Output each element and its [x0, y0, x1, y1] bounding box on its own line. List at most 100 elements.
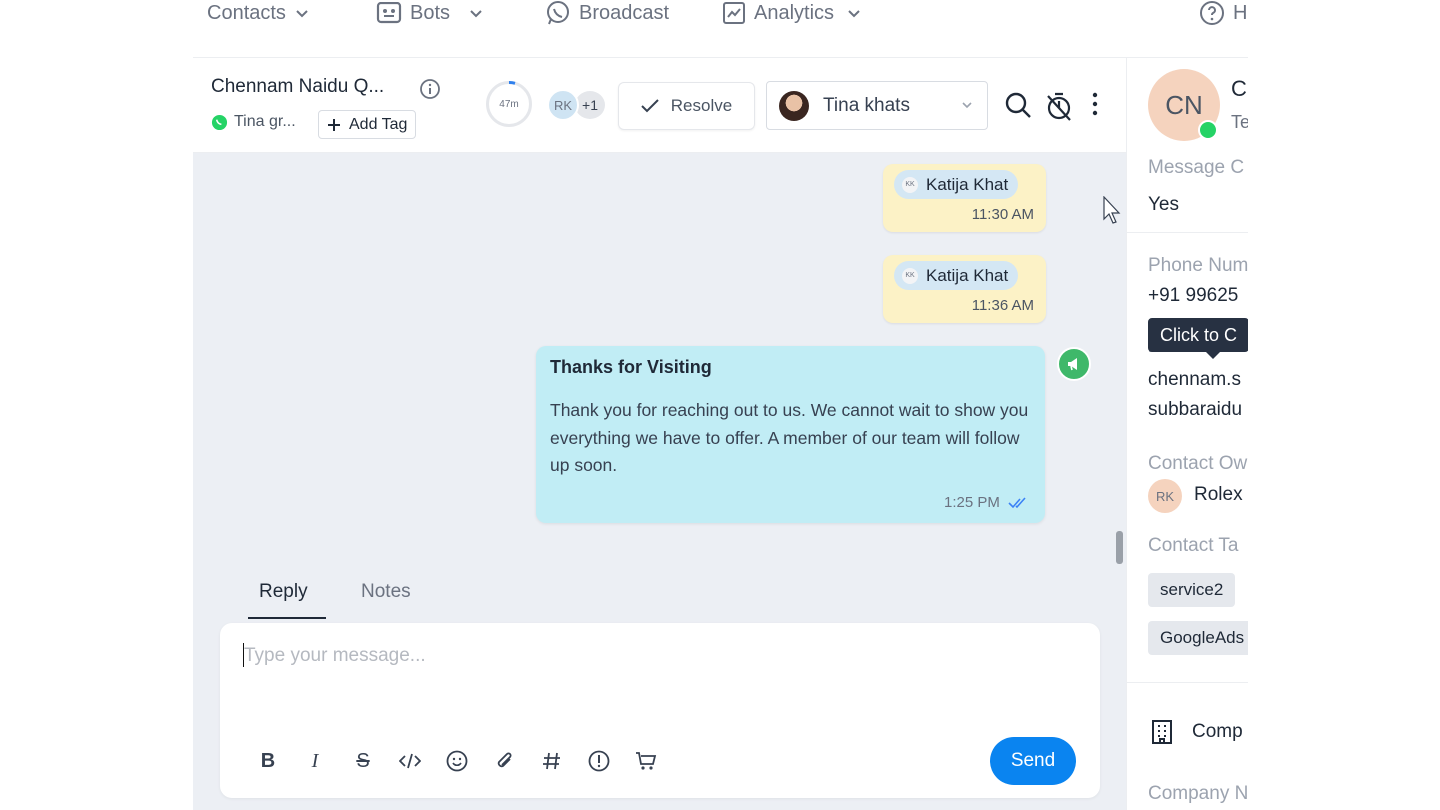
message-time: 11:30 AM: [971, 206, 1034, 223]
message-title: Thanks for Visiting: [550, 357, 712, 377]
tooltip-arrow: [1205, 351, 1221, 359]
click-to-copy-tooltip: Click to C: [1148, 318, 1248, 352]
nav-help[interactable]: H: [1199, 0, 1247, 26]
message-opt-value: Yes: [1148, 194, 1179, 215]
nav-broadcast[interactable]: Broadcast: [545, 0, 669, 26]
snooze-timer-icon[interactable]: [1045, 91, 1073, 121]
chat-header: Chennam Naidu Q... Tina gr... Add Tag 47…: [193, 57, 1126, 153]
email-value-line2[interactable]: subbaraidu: [1148, 399, 1242, 421]
message-opt-label: Message C: [1148, 157, 1245, 178]
owner-name[interactable]: Rolex: [1194, 484, 1243, 506]
agent-assign-select[interactable]: Tina khats: [766, 81, 988, 130]
send-button[interactable]: Send: [990, 737, 1076, 785]
nav-bots-label: Bots: [410, 1, 451, 24]
owner-label: Contact Ow: [1148, 453, 1248, 474]
contact-details-panel: CN C Te Message C Yes Phone Num +91 9962…: [1126, 57, 1248, 810]
message-composer: B I S Send: [220, 623, 1100, 798]
message-bubble: KK Katija Khat 11:30 AM: [883, 164, 1046, 232]
message-bubble: KK Katija Khat 11:36 AM: [883, 255, 1046, 323]
tags-label: Contact Ta: [1148, 535, 1239, 556]
cart-icon[interactable]: [633, 748, 659, 774]
help-icon: [1200, 1, 1224, 25]
analytics-icon: [723, 2, 745, 24]
scrollbar[interactable]: [1116, 531, 1123, 564]
nav-help-label: H: [1233, 1, 1248, 24]
avatar: KK: [902, 267, 918, 284]
assignee-avatars[interactable]: +1 RK: [547, 89, 607, 121]
tag-chip[interactable]: service2: [1148, 573, 1236, 607]
megaphone-icon: [1057, 347, 1091, 381]
nav-contacts[interactable]: Contacts: [207, 0, 310, 26]
app-window: Contacts Bots Broadcast Analytics H Chen…: [193, 0, 1248, 810]
message-time: 1:25 PM: [944, 494, 1000, 511]
broadcast-message-bubble: Thanks for Visiting Thank you for reachi…: [536, 346, 1045, 523]
message-meta: 1:25 PM: [944, 494, 1028, 511]
tag-chip[interactable]: GoogleAds: [1148, 621, 1248, 655]
sender-chip: KK Katija Khat: [894, 170, 1019, 199]
divider: [1127, 682, 1248, 683]
resolve-button[interactable]: Resolve: [618, 82, 755, 130]
company-section-title[interactable]: Comp: [1192, 721, 1243, 743]
contact-name[interactable]: Chennam Naidu Q...: [211, 76, 384, 98]
chat-messages: KK Katija Khat 11:30 AM KK Katija Khat 1…: [193, 153, 1126, 810]
code-icon[interactable]: [397, 748, 423, 774]
alert-icon[interactable]: [586, 748, 612, 774]
emoji-icon[interactable]: [444, 748, 470, 774]
whatsapp-icon: [547, 1, 569, 25]
message-body: Thank you for reaching out to us. We can…: [550, 400, 1029, 475]
mouse-cursor-icon: [1103, 196, 1121, 224]
sla-timer[interactable]: 47m: [486, 81, 532, 127]
avatar: RK: [547, 89, 579, 121]
company-name-label: Company N: [1148, 783, 1248, 804]
tab-reply[interactable]: Reply: [259, 581, 308, 603]
avatar: KK: [902, 176, 918, 193]
add-tag-button[interactable]: Add Tag: [318, 110, 417, 139]
active-tab-indicator: [248, 617, 326, 619]
message-time: 11:36 AM: [971, 297, 1034, 314]
add-tag-label: Add Tag: [349, 115, 408, 133]
nav-broadcast-label: Broadcast: [579, 1, 670, 24]
channel-indicator: Tina gr...: [211, 113, 296, 131]
divider: [1127, 232, 1248, 233]
italic-icon[interactable]: I: [302, 748, 328, 774]
more-vertical-icon[interactable]: [1091, 91, 1099, 117]
strikethrough-icon[interactable]: S: [350, 748, 376, 774]
avatar: RK: [1148, 479, 1182, 513]
sender-chip: KK Katija Khat: [894, 261, 1019, 290]
check-icon: [641, 99, 659, 113]
search-icon[interactable]: [1004, 91, 1032, 119]
plus-icon: [328, 118, 340, 131]
email-value-line1[interactable]: chennam.s: [1148, 369, 1241, 391]
info-icon[interactable]: [419, 78, 441, 100]
avatar: [779, 90, 809, 121]
contact-panel-name: C: [1231, 76, 1247, 101]
channel-name: Tina gr...: [234, 113, 296, 130]
phone-label: Phone Num: [1148, 255, 1248, 276]
building-icon: [1152, 720, 1172, 744]
nav-bots[interactable]: Bots: [376, 0, 484, 26]
nav-analytics-label: Analytics: [754, 1, 835, 24]
bold-icon[interactable]: B: [255, 748, 281, 774]
nav-edge-divider: [193, 2, 194, 24]
phone-value[interactable]: +91 99625: [1148, 285, 1238, 307]
resolve-label: Resolve: [670, 96, 733, 115]
composer-tabs: Reply Notes: [248, 571, 548, 621]
top-nav: Contacts Bots Broadcast Analytics H: [193, 0, 1248, 30]
attachment-icon[interactable]: [492, 748, 518, 774]
bot-icon: [376, 2, 402, 24]
chevron-down-icon: [962, 102, 972, 109]
whatsapp-icon: [1198, 120, 1218, 140]
chevron-down-icon: [848, 10, 860, 18]
sender-name: Katija Khat: [926, 265, 1009, 285]
chevron-down-icon: [470, 10, 482, 18]
nav-analytics[interactable]: Analytics: [722, 0, 862, 26]
timer-progress-arc: [508, 81, 516, 85]
tab-notes[interactable]: Notes: [361, 581, 411, 603]
hashtag-icon[interactable]: [539, 748, 565, 774]
nav-contacts-label: Contacts: [207, 1, 286, 24]
sender-name: Katija Khat: [926, 174, 1009, 194]
double-check-icon: [1008, 496, 1026, 508]
chevron-down-icon: [296, 10, 308, 18]
message-input[interactable]: [244, 641, 1064, 671]
agent-name: Tina khats: [823, 94, 910, 116]
